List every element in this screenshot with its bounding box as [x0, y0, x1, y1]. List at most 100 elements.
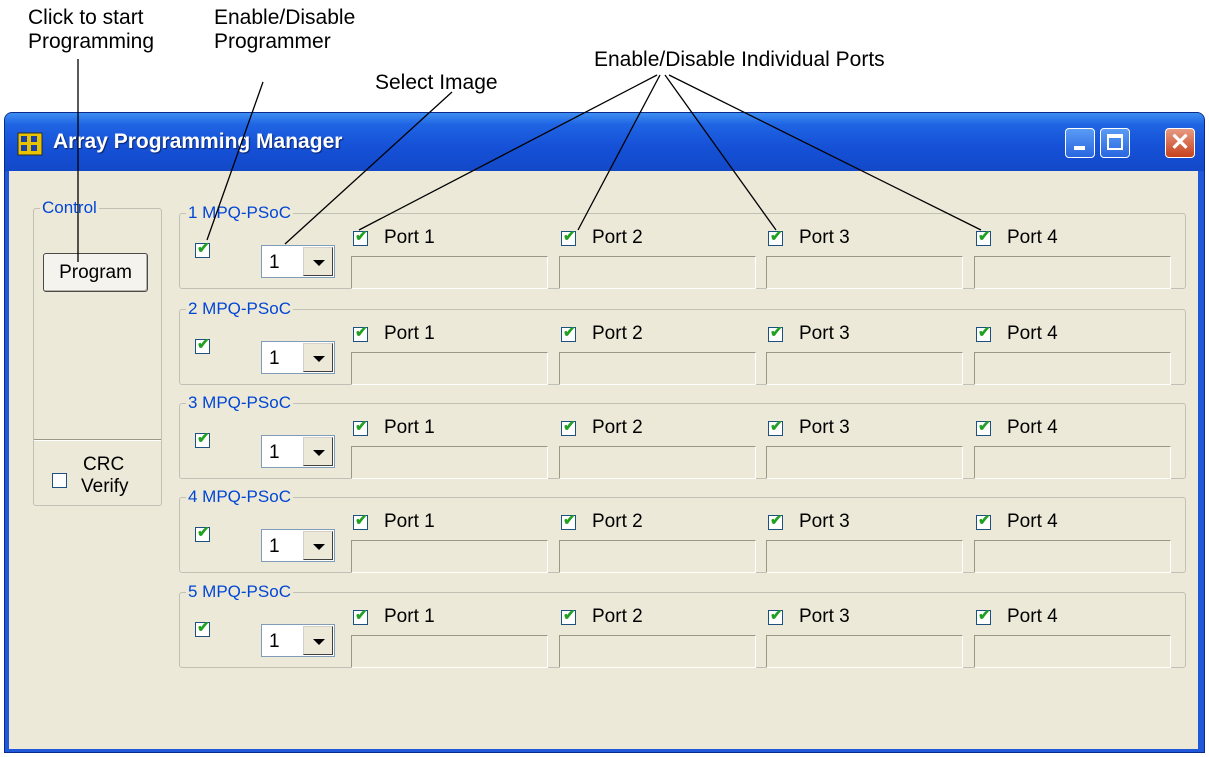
port-label: Port 3 [799, 511, 850, 532]
programmer-group: 2 MPQ-PSoC ✔ 1 ✔ Port 1 ✔ Port 2 ✔ Port 3 ✔ Port 4 [179, 299, 1186, 385]
image-select[interactable]: 1 [261, 435, 335, 468]
port-enable-checkbox[interactable]: ✔ [976, 228, 991, 246]
check-icon: ✔ [770, 228, 783, 245]
port-label: Port 2 [592, 511, 643, 532]
port-label: Port 2 [592, 227, 643, 248]
image-select[interactable]: 1 [261, 529, 335, 562]
port-enable-checkbox[interactable]: ✔ [976, 512, 991, 530]
port-status-field [974, 540, 1171, 573]
port-label: Port 3 [799, 227, 850, 248]
port-enable-checkbox[interactable]: ✔ [768, 228, 783, 246]
port-label: Port 2 [592, 323, 643, 344]
chevron-down-icon[interactable] [303, 626, 333, 655]
chevron-down-icon[interactable] [303, 343, 333, 372]
program-button[interactable]: Program [43, 253, 148, 292]
port-enable-checkbox[interactable]: ✔ [353, 512, 368, 530]
minimize-icon [1074, 146, 1085, 150]
port-enable-checkbox[interactable]: ✔ [976, 418, 991, 436]
title-bar[interactable]: Array Programming Manager ✕ [5, 113, 1204, 171]
image-select-value: 1 [269, 252, 280, 273]
programmer-group: 5 MPQ-PSoC ✔ 1 ✔ Port 1 ✔ Port 2 ✔ Port 3 ✔ Port 4 [179, 582, 1186, 668]
check-icon: ✔ [197, 240, 210, 257]
port-label: Port 1 [384, 606, 435, 627]
minimize-button[interactable] [1065, 128, 1095, 158]
check-icon: ✔ [197, 430, 210, 447]
check-icon: ✔ [770, 512, 783, 529]
port-status-field [351, 352, 548, 385]
port-status-field [974, 635, 1171, 668]
app-window: Array Programming Manager ✕ Control Prog… [4, 112, 1205, 753]
port-enable-checkbox[interactable]: ✔ [768, 324, 783, 342]
check-icon: ✔ [770, 418, 783, 435]
port-enable-checkbox[interactable]: ✔ [353, 418, 368, 436]
check-icon: ✔ [355, 607, 368, 624]
check-icon: ✔ [563, 418, 576, 435]
check-icon: ✔ [978, 607, 991, 624]
port-label: Port 3 [799, 606, 850, 627]
programmer-enable-checkbox[interactable]: ✔ [195, 336, 210, 354]
check-icon: ✔ [197, 619, 210, 636]
port-enable-checkbox[interactable]: ✔ [353, 324, 368, 342]
port-label: Port 4 [1007, 227, 1058, 248]
programmer-enable-checkbox[interactable]: ✔ [195, 524, 210, 542]
image-select-value: 1 [269, 536, 280, 557]
maximize-button[interactable] [1100, 128, 1130, 158]
chevron-down-icon[interactable] [303, 531, 333, 560]
port-status-field [766, 352, 963, 385]
check-icon: ✔ [978, 324, 991, 341]
control-divider [34, 439, 161, 441]
port-label: Port 4 [1007, 417, 1058, 438]
port-enable-checkbox[interactable]: ✔ [976, 607, 991, 625]
chevron-down-icon[interactable] [303, 437, 333, 466]
check-icon: ✔ [978, 512, 991, 529]
port-status-field [766, 540, 963, 573]
port-enable-checkbox[interactable]: ✔ [768, 512, 783, 530]
crc-label-line1: CRC [83, 454, 125, 475]
check-icon: ✔ [770, 607, 783, 624]
close-button[interactable]: ✕ [1165, 128, 1195, 158]
port-status-field [351, 635, 548, 668]
callout-enable-ports: Enable/Disable Individual Ports [594, 48, 885, 71]
check-icon: ✔ [355, 418, 368, 435]
port-enable-checkbox[interactable]: ✔ [353, 607, 368, 625]
port-enable-checkbox[interactable]: ✔ [561, 324, 576, 342]
check-icon: ✔ [563, 228, 576, 245]
programmer-name: 2 MPQ-PSoC [188, 299, 291, 318]
chevron-down-icon[interactable] [303, 247, 333, 276]
image-select[interactable]: 1 [261, 245, 335, 278]
port-enable-checkbox[interactable]: ✔ [561, 512, 576, 530]
programmer-name: 4 MPQ-PSoC [188, 487, 291, 506]
control-group: Control Program CRC Verify [33, 198, 162, 506]
port-enable-checkbox[interactable]: ✔ [353, 228, 368, 246]
port-enable-checkbox[interactable]: ✔ [561, 228, 576, 246]
check-icon: ✔ [563, 512, 576, 529]
programmer-name: 3 MPQ-PSoC [188, 393, 291, 412]
port-status-field [766, 446, 963, 479]
port-label: Port 2 [592, 606, 643, 627]
port-label: Port 1 [384, 323, 435, 344]
port-status-field [974, 446, 1171, 479]
client-area: Control Program CRC Verify 1 MPQ-PSoC ✔ 1 ✔… [9, 171, 1198, 749]
port-enable-checkbox[interactable]: ✔ [976, 324, 991, 342]
programmer-enable-checkbox[interactable]: ✔ [195, 619, 210, 637]
port-label: Port 2 [592, 417, 643, 438]
image-select-value: 1 [269, 442, 280, 463]
port-enable-checkbox[interactable]: ✔ [768, 607, 783, 625]
port-enable-checkbox[interactable]: ✔ [561, 418, 576, 436]
port-status-field [766, 256, 963, 289]
callout-select-image: Select Image [375, 71, 498, 94]
programmer-group: 3 MPQ-PSoC ✔ 1 ✔ Port 1 ✔ Port 2 ✔ Port 3 ✔ Port 4 [179, 393, 1186, 479]
image-select[interactable]: 1 [261, 624, 335, 657]
port-status-field [559, 352, 756, 385]
programmer-name: 5 MPQ-PSoC [188, 582, 291, 601]
port-label: Port 1 [384, 511, 435, 532]
check-icon: ✔ [563, 607, 576, 624]
port-label: Port 4 [1007, 511, 1058, 532]
programmer-enable-checkbox[interactable]: ✔ [195, 240, 210, 258]
programmer-enable-checkbox[interactable]: ✔ [195, 430, 210, 448]
image-select[interactable]: 1 [261, 341, 335, 374]
port-enable-checkbox[interactable]: ✔ [561, 607, 576, 625]
check-icon: ✔ [355, 324, 368, 341]
crc-verify-checkbox[interactable] [52, 473, 67, 488]
port-enable-checkbox[interactable]: ✔ [768, 418, 783, 436]
